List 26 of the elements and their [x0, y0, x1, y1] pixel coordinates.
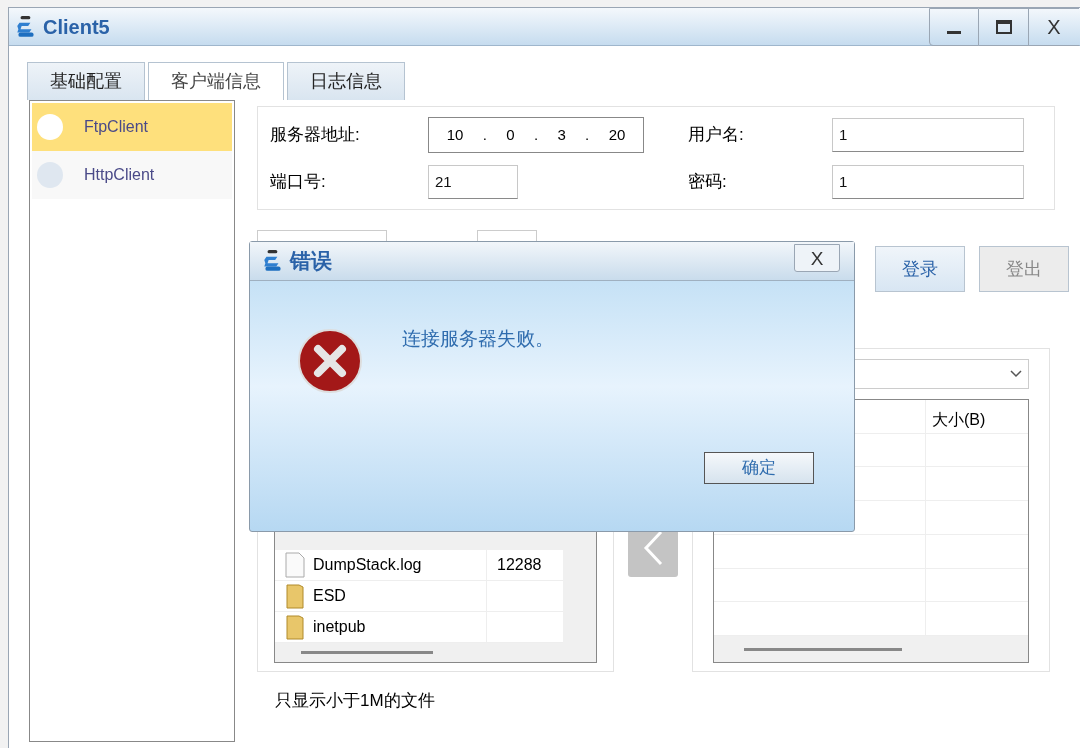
- window-title: Client5: [43, 14, 110, 40]
- tab[interactable]: 日志信息: [287, 62, 405, 100]
- close-button[interactable]: X: [1029, 8, 1079, 46]
- client-item[interactable]: HttpClient: [32, 151, 232, 199]
- file-size-note: 只显示小于1M的文件: [275, 690, 436, 712]
- file-name[interactable]: inetpub: [313, 615, 366, 639]
- dialog-title: 错误: [290, 248, 332, 275]
- ip-address-field[interactable]: 10 . 0 . 3 . 20: [428, 117, 644, 153]
- file-size: 12288: [496, 555, 542, 575]
- client-item[interactable]: FtpClient: [32, 103, 232, 151]
- field-label: 用户名:: [688, 124, 745, 147]
- tab[interactable]: 基础配置: [27, 62, 145, 100]
- field-label: 服务器地址:: [270, 124, 361, 147]
- password-field[interactable]: 1: [832, 165, 1024, 199]
- port-field[interactable]: 21: [428, 165, 518, 199]
- file-name[interactable]: ESD: [313, 584, 346, 608]
- file-name[interactable]: DumpStack.log: [313, 553, 422, 577]
- ok-button[interactable]: 确定: [704, 451, 814, 484]
- login-button[interactable]: 登录: [875, 246, 965, 292]
- username-field[interactable]: 1: [832, 118, 1024, 152]
- field-label: 密码:: [688, 171, 728, 194]
- error-message: 连接服务器失败。: [402, 327, 555, 351]
- field-label: 端口号:: [270, 171, 327, 194]
- close-button[interactable]: X: [794, 244, 840, 272]
- column-header[interactable]: 大小(B): [926, 400, 1028, 434]
- tab[interactable]: 客户端信息: [148, 62, 284, 100]
